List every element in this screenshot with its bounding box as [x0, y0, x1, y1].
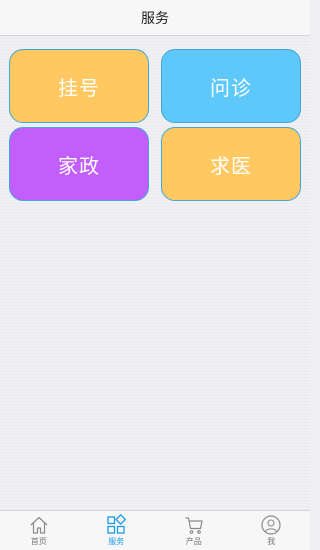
- page-title: 服务: [141, 10, 169, 27]
- tile-consultation[interactable]: 问诊: [161, 49, 301, 123]
- content-area: 挂号 问诊 家政 求医: [0, 36, 310, 510]
- tile-consultation-label: 问诊: [210, 75, 252, 100]
- tile-registration[interactable]: 挂号: [9, 49, 149, 123]
- cart-icon: [185, 517, 203, 534]
- navigation-bar: 服务: [0, 0, 310, 36]
- tile-housekeeping[interactable]: 家政: [9, 127, 149, 201]
- tile-seek-doctor[interactable]: 求医: [161, 127, 301, 201]
- tab-products-label: 产品: [185, 537, 202, 546]
- tab-me[interactable]: 我: [233, 511, 311, 550]
- tile-registration-label: 挂号: [58, 75, 100, 100]
- tab-bar: 首页 服务 产品 我: [0, 510, 310, 550]
- tile-housekeeping-label: 家政: [58, 153, 100, 178]
- tab-home[interactable]: 首页: [0, 511, 78, 550]
- tab-service-label: 服务: [108, 537, 125, 546]
- tab-home-label: 首页: [30, 537, 47, 546]
- tile-seek-doctor-label: 求医: [210, 153, 252, 178]
- tab-service[interactable]: 服务: [78, 511, 156, 550]
- tab-me-label: 我: [267, 537, 276, 546]
- grid-icon: [107, 514, 127, 534]
- user-icon: [261, 515, 281, 535]
- tab-products[interactable]: 产品: [155, 511, 233, 550]
- home-icon: [30, 516, 48, 534]
